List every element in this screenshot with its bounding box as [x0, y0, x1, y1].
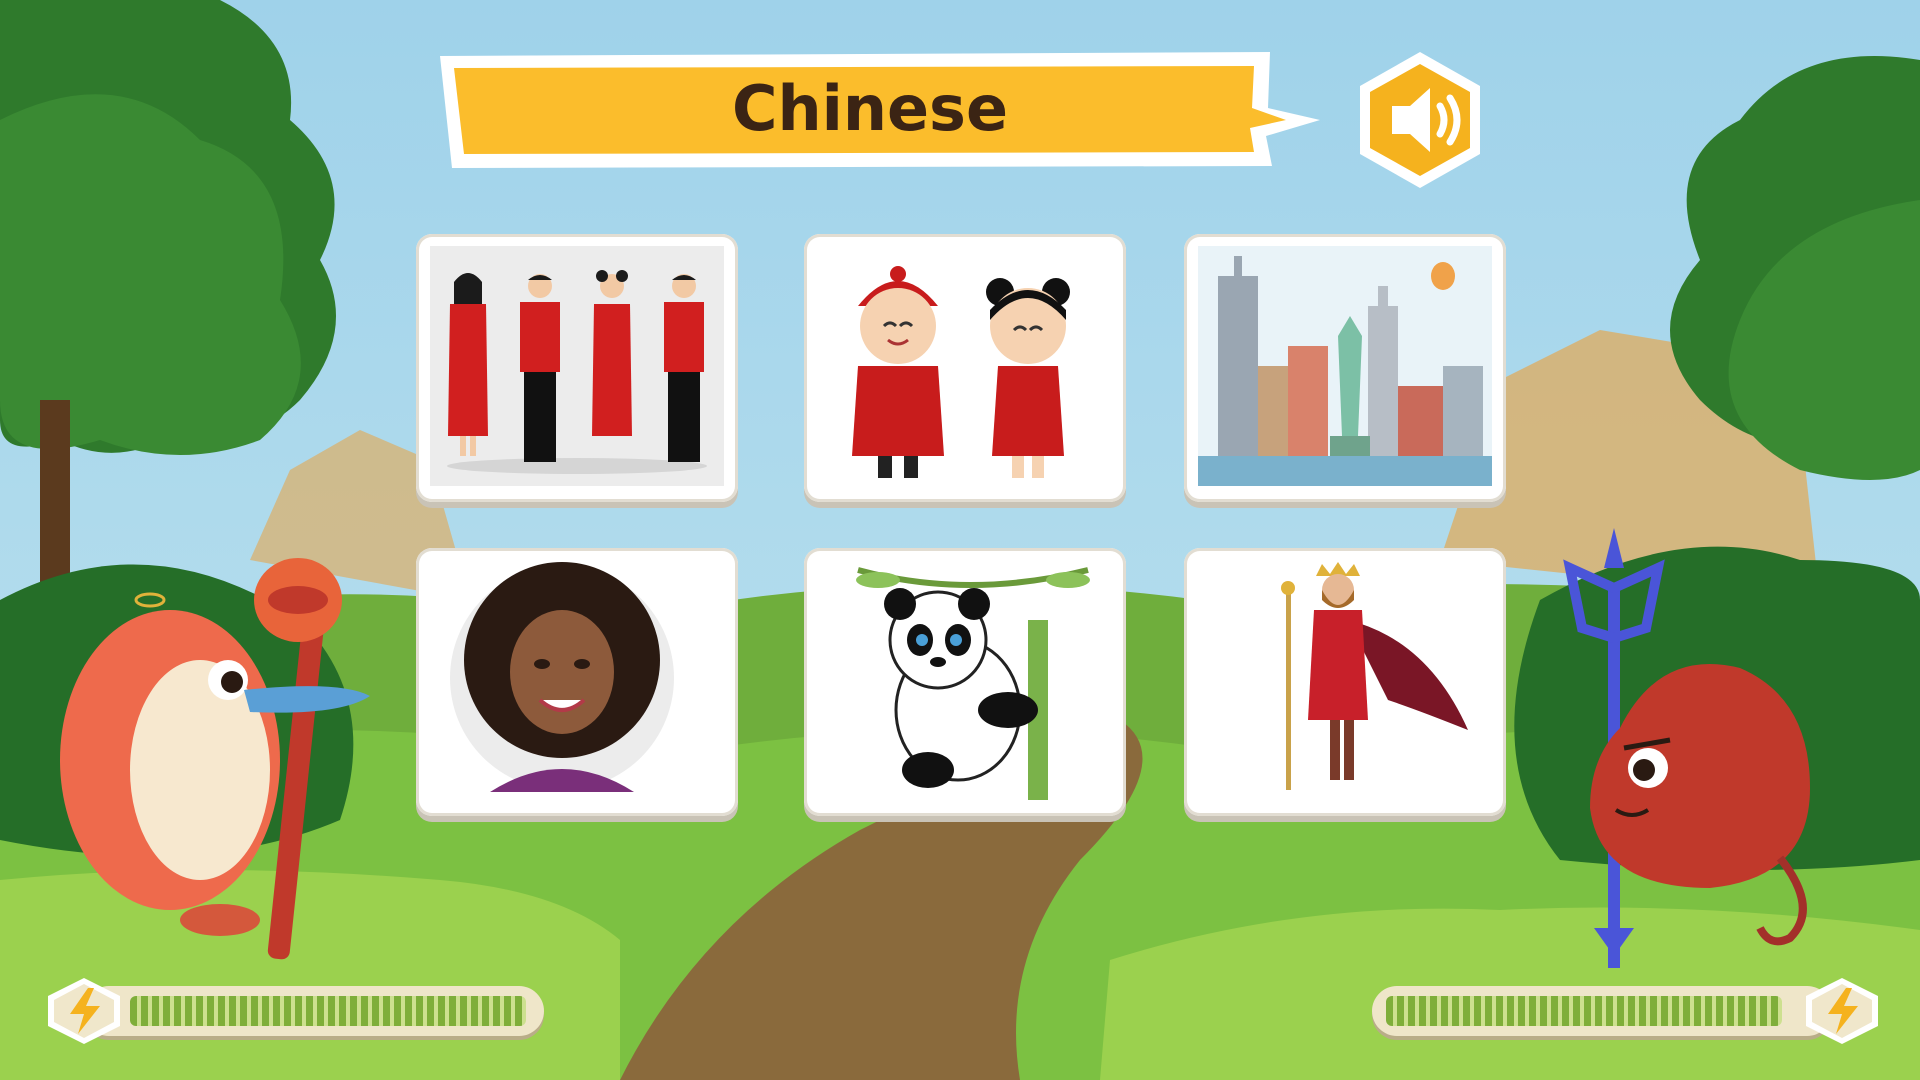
card-chinese-adults[interactable]: [416, 234, 738, 502]
chinese-children-image: [818, 246, 1112, 486]
speaker-icon: [1360, 52, 1480, 188]
sound-button[interactable]: [1352, 48, 1488, 192]
game-scene: Chinese: [0, 0, 1920, 1080]
chinese-adults-image: [430, 246, 724, 486]
page-title: Chinese: [731, 71, 1009, 145]
title-banner: Chinese: [440, 48, 1320, 168]
king-image: [1198, 560, 1492, 800]
panda-image: [818, 560, 1112, 800]
card-woman-curly-hair[interactable]: [416, 548, 738, 816]
woman-curly-hair-image: [430, 560, 724, 800]
card-chinese-children[interactable]: [804, 234, 1126, 502]
opponent-energy-fill: [1386, 996, 1782, 1026]
opponent-energy-bar: [1372, 976, 1882, 1046]
player-character: [60, 558, 370, 960]
card-new-york-city[interactable]: [1184, 234, 1506, 502]
lightning-icon: [1806, 978, 1878, 1044]
lightning-icon: [48, 978, 120, 1044]
new-york-city-image: [1198, 246, 1492, 486]
opponent-character: [1563, 528, 1810, 968]
card-king[interactable]: [1184, 548, 1506, 816]
player-energy-fill: [130, 996, 526, 1026]
card-panda[interactable]: [804, 548, 1126, 816]
player-energy-bar: [44, 976, 544, 1046]
